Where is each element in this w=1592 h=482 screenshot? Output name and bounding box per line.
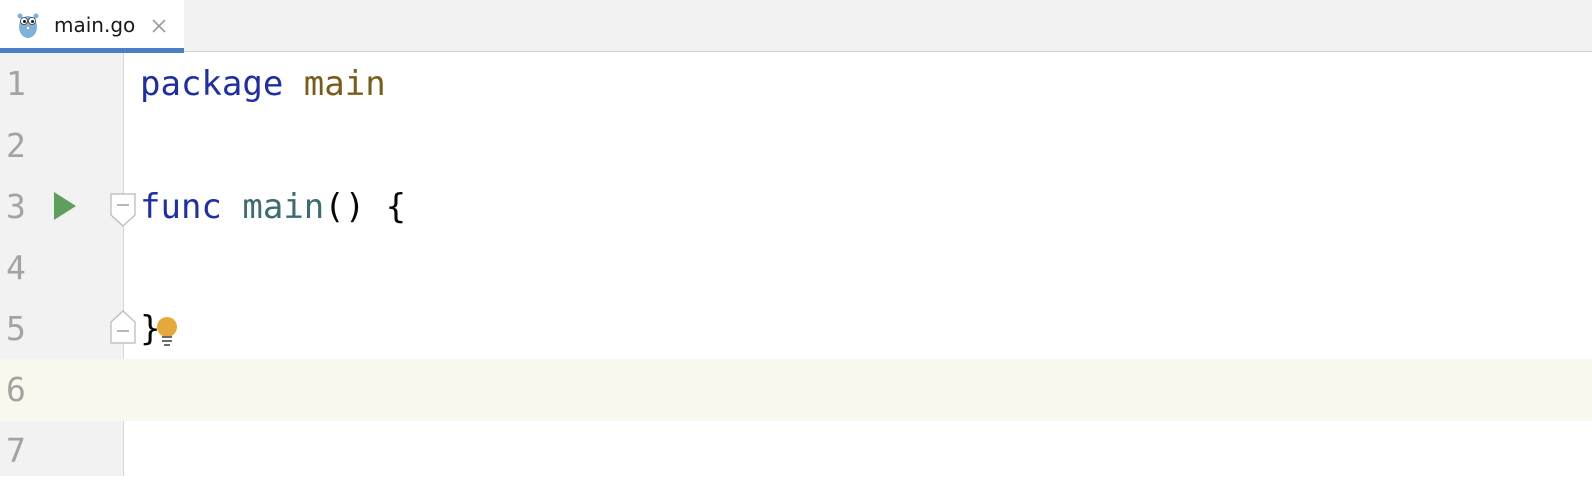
- code-line[interactable]: 7: [0, 420, 1592, 482]
- run-icon[interactable]: [52, 190, 78, 222]
- code-line[interactable]: 2: [0, 115, 1592, 177]
- code-line[interactable]: 4: [0, 237, 1592, 299]
- keyword-token: func: [140, 187, 222, 227]
- line-number: 3: [6, 187, 26, 226]
- package-name-token: main: [303, 64, 386, 104]
- fold-end-icon[interactable]: [110, 310, 136, 344]
- punctuation-token: () {: [324, 187, 407, 227]
- code-editor[interactable]: 1 package main 2 3 func main() { 4 5 } 6…: [0, 53, 1592, 476]
- close-icon[interactable]: [150, 17, 168, 35]
- function-name-token: main: [242, 187, 325, 227]
- code-text: package main: [140, 63, 386, 105]
- line-number: 1: [6, 64, 26, 103]
- tab-title: main.go: [54, 13, 136, 37]
- gopher-icon: [17, 13, 39, 38]
- lightbulb-icon[interactable]: [155, 317, 179, 347]
- code-line[interactable]: 3 func main() {: [0, 176, 1592, 238]
- fold-expanded-icon[interactable]: [110, 193, 136, 227]
- line-number: 5: [6, 309, 26, 348]
- line-number: 4: [6, 248, 26, 287]
- code-line[interactable]: 1 package main: [0, 53, 1592, 115]
- line-number: 6: [6, 370, 26, 409]
- code-text: func main() {: [140, 186, 406, 228]
- line-number: 2: [6, 126, 26, 165]
- tab-main-go[interactable]: main.go: [0, 0, 184, 53]
- editor-tab-bar: main.go: [0, 0, 1592, 53]
- code-line[interactable]: 5 }: [0, 298, 1592, 360]
- keyword-token: package: [140, 64, 284, 104]
- line-number: 7: [6, 431, 26, 470]
- current-code-line[interactable]: 6: [0, 359, 1592, 421]
